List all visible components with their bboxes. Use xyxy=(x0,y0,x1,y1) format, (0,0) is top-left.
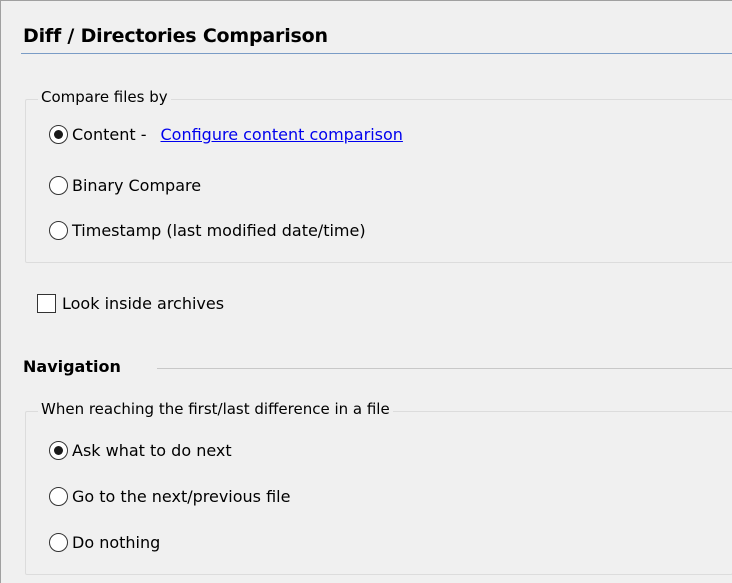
radio-selected-dot xyxy=(54,130,63,139)
radio-binary-compare-label: Binary Compare xyxy=(72,176,202,195)
radio-binary-compare[interactable]: Binary Compare xyxy=(49,176,201,195)
radio-do-nothing[interactable]: Do nothing xyxy=(49,533,160,552)
radio-timestamp[interactable]: Timestamp (last modified date/time) xyxy=(49,221,366,240)
radio-content-label: Content - xyxy=(72,125,147,144)
look-inside-archives-checkbox[interactable]: Look inside archives xyxy=(37,294,224,313)
options-panel: Diff / Directories Comparison Compare fi… xyxy=(0,0,732,583)
radio-binary-compare-button[interactable] xyxy=(49,176,68,195)
radio-do-nothing-label: Do nothing xyxy=(72,533,161,552)
radio-go-to-next-file-button[interactable] xyxy=(49,487,68,506)
compare-files-group-legend: Compare files by xyxy=(38,88,171,106)
radio-go-to-next-file[interactable]: Go to the next/previous file xyxy=(49,487,290,506)
radio-do-nothing-button[interactable] xyxy=(49,533,68,552)
navigation-section-title: Navigation xyxy=(23,357,121,376)
radio-selected-dot xyxy=(54,446,63,455)
radio-go-to-next-file-label: Go to the next/previous file xyxy=(72,487,291,506)
radio-content-button[interactable] xyxy=(49,125,68,144)
configure-content-comparison-link[interactable]: Configure content comparison xyxy=(161,125,403,144)
radio-timestamp-button[interactable] xyxy=(49,221,68,240)
navigation-group-legend: When reaching the first/last difference … xyxy=(38,400,393,418)
page-title: Diff / Directories Comparison xyxy=(23,25,328,47)
navigation-section-divider xyxy=(157,368,732,369)
radio-ask-what-to-do[interactable]: Ask what to do next xyxy=(49,441,232,460)
look-inside-archives-box[interactable] xyxy=(37,294,56,313)
radio-ask-what-to-do-label: Ask what to do next xyxy=(72,441,232,460)
radio-ask-what-to-do-button[interactable] xyxy=(49,441,68,460)
radio-content[interactable]: Content - Configure content comparison xyxy=(49,125,403,144)
title-divider xyxy=(21,53,732,54)
look-inside-archives-label: Look inside archives xyxy=(62,294,225,313)
radio-timestamp-label: Timestamp (last modified date/time) xyxy=(72,221,366,240)
